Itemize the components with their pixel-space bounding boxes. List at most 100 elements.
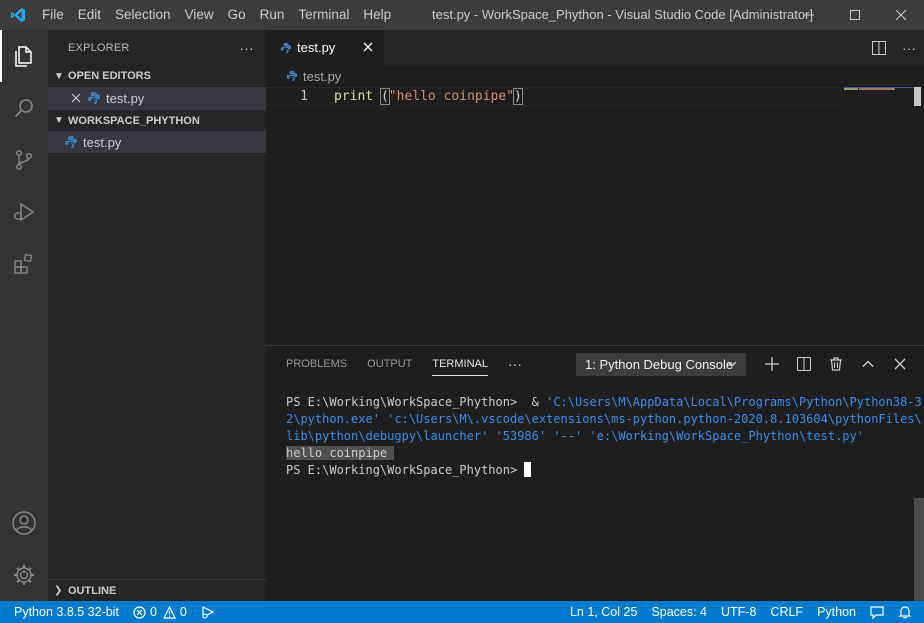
warning-count: 0 xyxy=(179,605,187,619)
tab-terminal[interactable]: TERMINAL xyxy=(432,346,488,382)
menu-terminal[interactable]: Terminal xyxy=(291,0,356,30)
python-file-icon xyxy=(88,92,100,104)
menu-edit[interactable]: Edit xyxy=(71,0,108,30)
panel-actions xyxy=(756,350,916,378)
code-close-paren: ) xyxy=(513,88,523,105)
code-open-paren: ( xyxy=(379,88,390,105)
feedback-icon xyxy=(870,606,884,619)
terminal-prompt: PS E:\Working\WorkSpace_Phython> xyxy=(286,463,525,477)
source-control-activity-button[interactable] xyxy=(0,134,48,186)
indentation[interactable]: Spaces: 4 xyxy=(644,601,714,623)
search-activity-button[interactable] xyxy=(0,82,48,134)
explorer-header: EXPLORER ··· xyxy=(48,30,266,65)
minimize-icon xyxy=(804,14,814,16)
panel-tabs: PROBLEMS OUTPUT TERMINAL ··· xyxy=(286,346,542,382)
activity-bar-bottom xyxy=(0,497,48,601)
terminal-line: 2\python.exe' 'c:\Users\M\.vscode\extens… xyxy=(286,412,922,426)
window-controls xyxy=(786,0,924,30)
menu-go[interactable]: Go xyxy=(221,0,253,30)
code-line-1[interactable]: 1 print ("hello coinpipe") xyxy=(266,87,838,106)
panel-more-button[interactable]: ··· xyxy=(508,346,522,382)
warning-icon xyxy=(162,605,176,619)
error-icon xyxy=(133,605,146,619)
manage-button[interactable] xyxy=(0,549,48,601)
terminal-line: lib\python\debugpy\launcher' '53986' '--… xyxy=(286,429,864,443)
tab-test-py[interactable]: test.py xyxy=(266,30,384,65)
live-share-button[interactable] xyxy=(194,601,222,623)
close-window-button[interactable] xyxy=(878,0,924,30)
python-file-icon xyxy=(280,42,292,53)
explorer-sidebar: EXPLORER ··· ▼ OPEN EDITORS test.py ▼ WO… xyxy=(48,30,266,601)
kill-terminal-button[interactable] xyxy=(820,350,852,378)
accounts-button[interactable] xyxy=(0,497,48,549)
new-terminal-button[interactable] xyxy=(756,350,788,378)
run-debug-activity-button[interactable] xyxy=(0,186,48,238)
split-terminal-button[interactable] xyxy=(788,350,820,378)
breadcrumb-file[interactable]: test.py xyxy=(303,69,341,84)
code-function: print xyxy=(334,89,374,104)
menu-run[interactable]: Run xyxy=(253,0,292,30)
editor-actions: ··· xyxy=(864,30,924,65)
minimize-button[interactable] xyxy=(786,0,832,30)
live-share-icon xyxy=(202,606,215,619)
close-panel-button[interactable] xyxy=(884,350,916,378)
search-icon xyxy=(14,99,33,118)
feedback-button[interactable] xyxy=(863,601,891,623)
editor-more-button[interactable]: ··· xyxy=(894,30,924,65)
maximize-button[interactable] xyxy=(832,0,878,30)
menu-selection[interactable]: Selection xyxy=(108,0,178,30)
terminal-cursor xyxy=(524,462,532,477)
code-editor[interactable]: 1 print ("hello coinpipe") xyxy=(266,87,924,345)
menu-help[interactable]: Help xyxy=(356,0,398,30)
code-text[interactable]: print ("hello coinpipe") xyxy=(334,88,523,105)
language-mode[interactable]: Python xyxy=(810,601,863,623)
line-number: 1 xyxy=(300,89,308,104)
activity-bar xyxy=(0,30,48,601)
workspace-label: WORKSPACE_PHYTHON xyxy=(68,114,200,127)
debug-icon xyxy=(14,202,35,222)
open-editor-item[interactable]: test.py xyxy=(48,87,266,109)
open-editors-section[interactable]: ▼ OPEN EDITORS xyxy=(48,65,266,87)
close-editor-icon[interactable] xyxy=(68,93,84,103)
problems-status[interactable]: 0 0 xyxy=(126,601,194,623)
encoding[interactable]: UTF-8 xyxy=(714,601,763,623)
python-interpreter[interactable]: Python 3.8.5 32-bit xyxy=(0,601,126,623)
minimap[interactable] xyxy=(844,87,914,91)
workspace-section[interactable]: ▼ WORKSPACE_PHYTHON xyxy=(48,109,266,131)
end-of-line[interactable]: CRLF xyxy=(763,601,810,623)
editor-scrollbar[interactable] xyxy=(914,87,921,106)
terminal-output[interactable]: PS E:\Working\WorkSpace_Phython> & 'C:\U… xyxy=(286,394,922,479)
notifications-button[interactable] xyxy=(891,601,924,623)
python-file-icon xyxy=(286,70,298,82)
tab-problems[interactable]: PROBLEMS xyxy=(286,346,347,382)
menu-file[interactable]: File xyxy=(35,0,71,30)
workspace-file-item[interactable]: test.py xyxy=(48,131,266,153)
explorer-activity-button[interactable] xyxy=(0,30,48,82)
tab-output[interactable]: OUTPUT xyxy=(367,346,412,382)
terminal-scrollbar[interactable] xyxy=(914,498,924,602)
gear-icon xyxy=(14,565,34,585)
outline-section[interactable]: ❯ OUTLINE xyxy=(48,579,266,601)
split-editor-icon xyxy=(872,40,886,55)
terminal-line: PS E:\Working\WorkSpace_Phython> xyxy=(286,462,906,479)
workspace-filename: test.py xyxy=(83,134,122,150)
breadcrumb[interactable]: test.py xyxy=(266,65,341,87)
program-output: hello coinpipe xyxy=(286,446,395,460)
outline-label: OUTLINE xyxy=(68,584,117,597)
extensions-icon xyxy=(14,253,33,274)
account-icon xyxy=(12,511,36,535)
menu-view[interactable]: View xyxy=(178,0,221,30)
maximize-icon xyxy=(850,10,860,20)
tab-close-button[interactable] xyxy=(360,39,376,55)
split-editor-button[interactable] xyxy=(864,30,894,65)
close-icon xyxy=(896,10,906,20)
explorer-more-button[interactable]: ··· xyxy=(239,40,254,56)
close-icon xyxy=(894,358,906,370)
terminal-dropdown-value: 1: Python Debug Console xyxy=(585,357,734,372)
chevron-down-icon: ▼ xyxy=(54,70,64,82)
cursor-position[interactable]: Ln 1, Col 25 xyxy=(563,601,644,623)
extensions-activity-button[interactable] xyxy=(0,238,48,290)
maximize-panel-button[interactable] xyxy=(852,350,884,378)
terminal-dropdown[interactable]: 1: Python Debug Console xyxy=(576,353,746,376)
terminal-line: hello coinpipe xyxy=(286,445,906,462)
